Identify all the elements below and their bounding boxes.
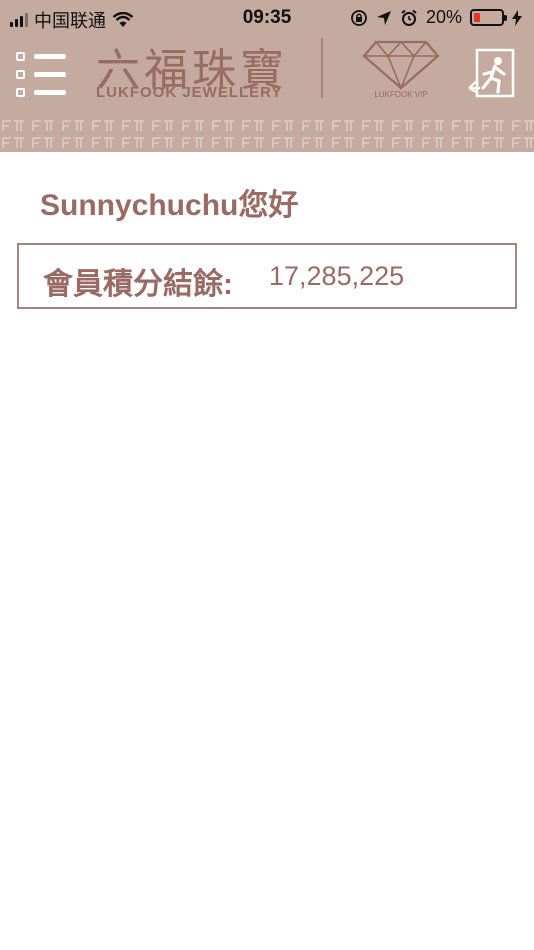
charging-icon [512, 9, 522, 26]
app-header: 中国联通 09:35 20% 六福珠寶 LUKFOOK JEWELLERY LU… [0, 0, 534, 152]
alarm-icon [401, 9, 417, 26]
location-icon [376, 10, 391, 25]
status-bar: 中国联通 09:35 20% [0, 0, 534, 36]
points-value: 17,285,225 [269, 261, 405, 291]
header-pattern [0, 118, 534, 152]
header-divider [321, 38, 323, 98]
orientation-lock-icon [351, 9, 367, 26]
points-label: 會員積分結餘: [43, 268, 233, 301]
vip-label: LUKFOOK VIP [374, 90, 428, 99]
exit-icon[interactable] [468, 48, 516, 100]
menu-button[interactable] [16, 52, 68, 98]
menu-icon [16, 52, 68, 62]
points-balance-box: 會員積分結餘: 17,285,225 [17, 243, 517, 309]
battery-percent: 20% [425, 7, 462, 27]
greeting-text: Sunnychuchu您好 [40, 189, 299, 222]
brand-logo-english: LUKFOOK JEWELLERY [96, 84, 283, 101]
battery-icon [470, 9, 507, 26]
